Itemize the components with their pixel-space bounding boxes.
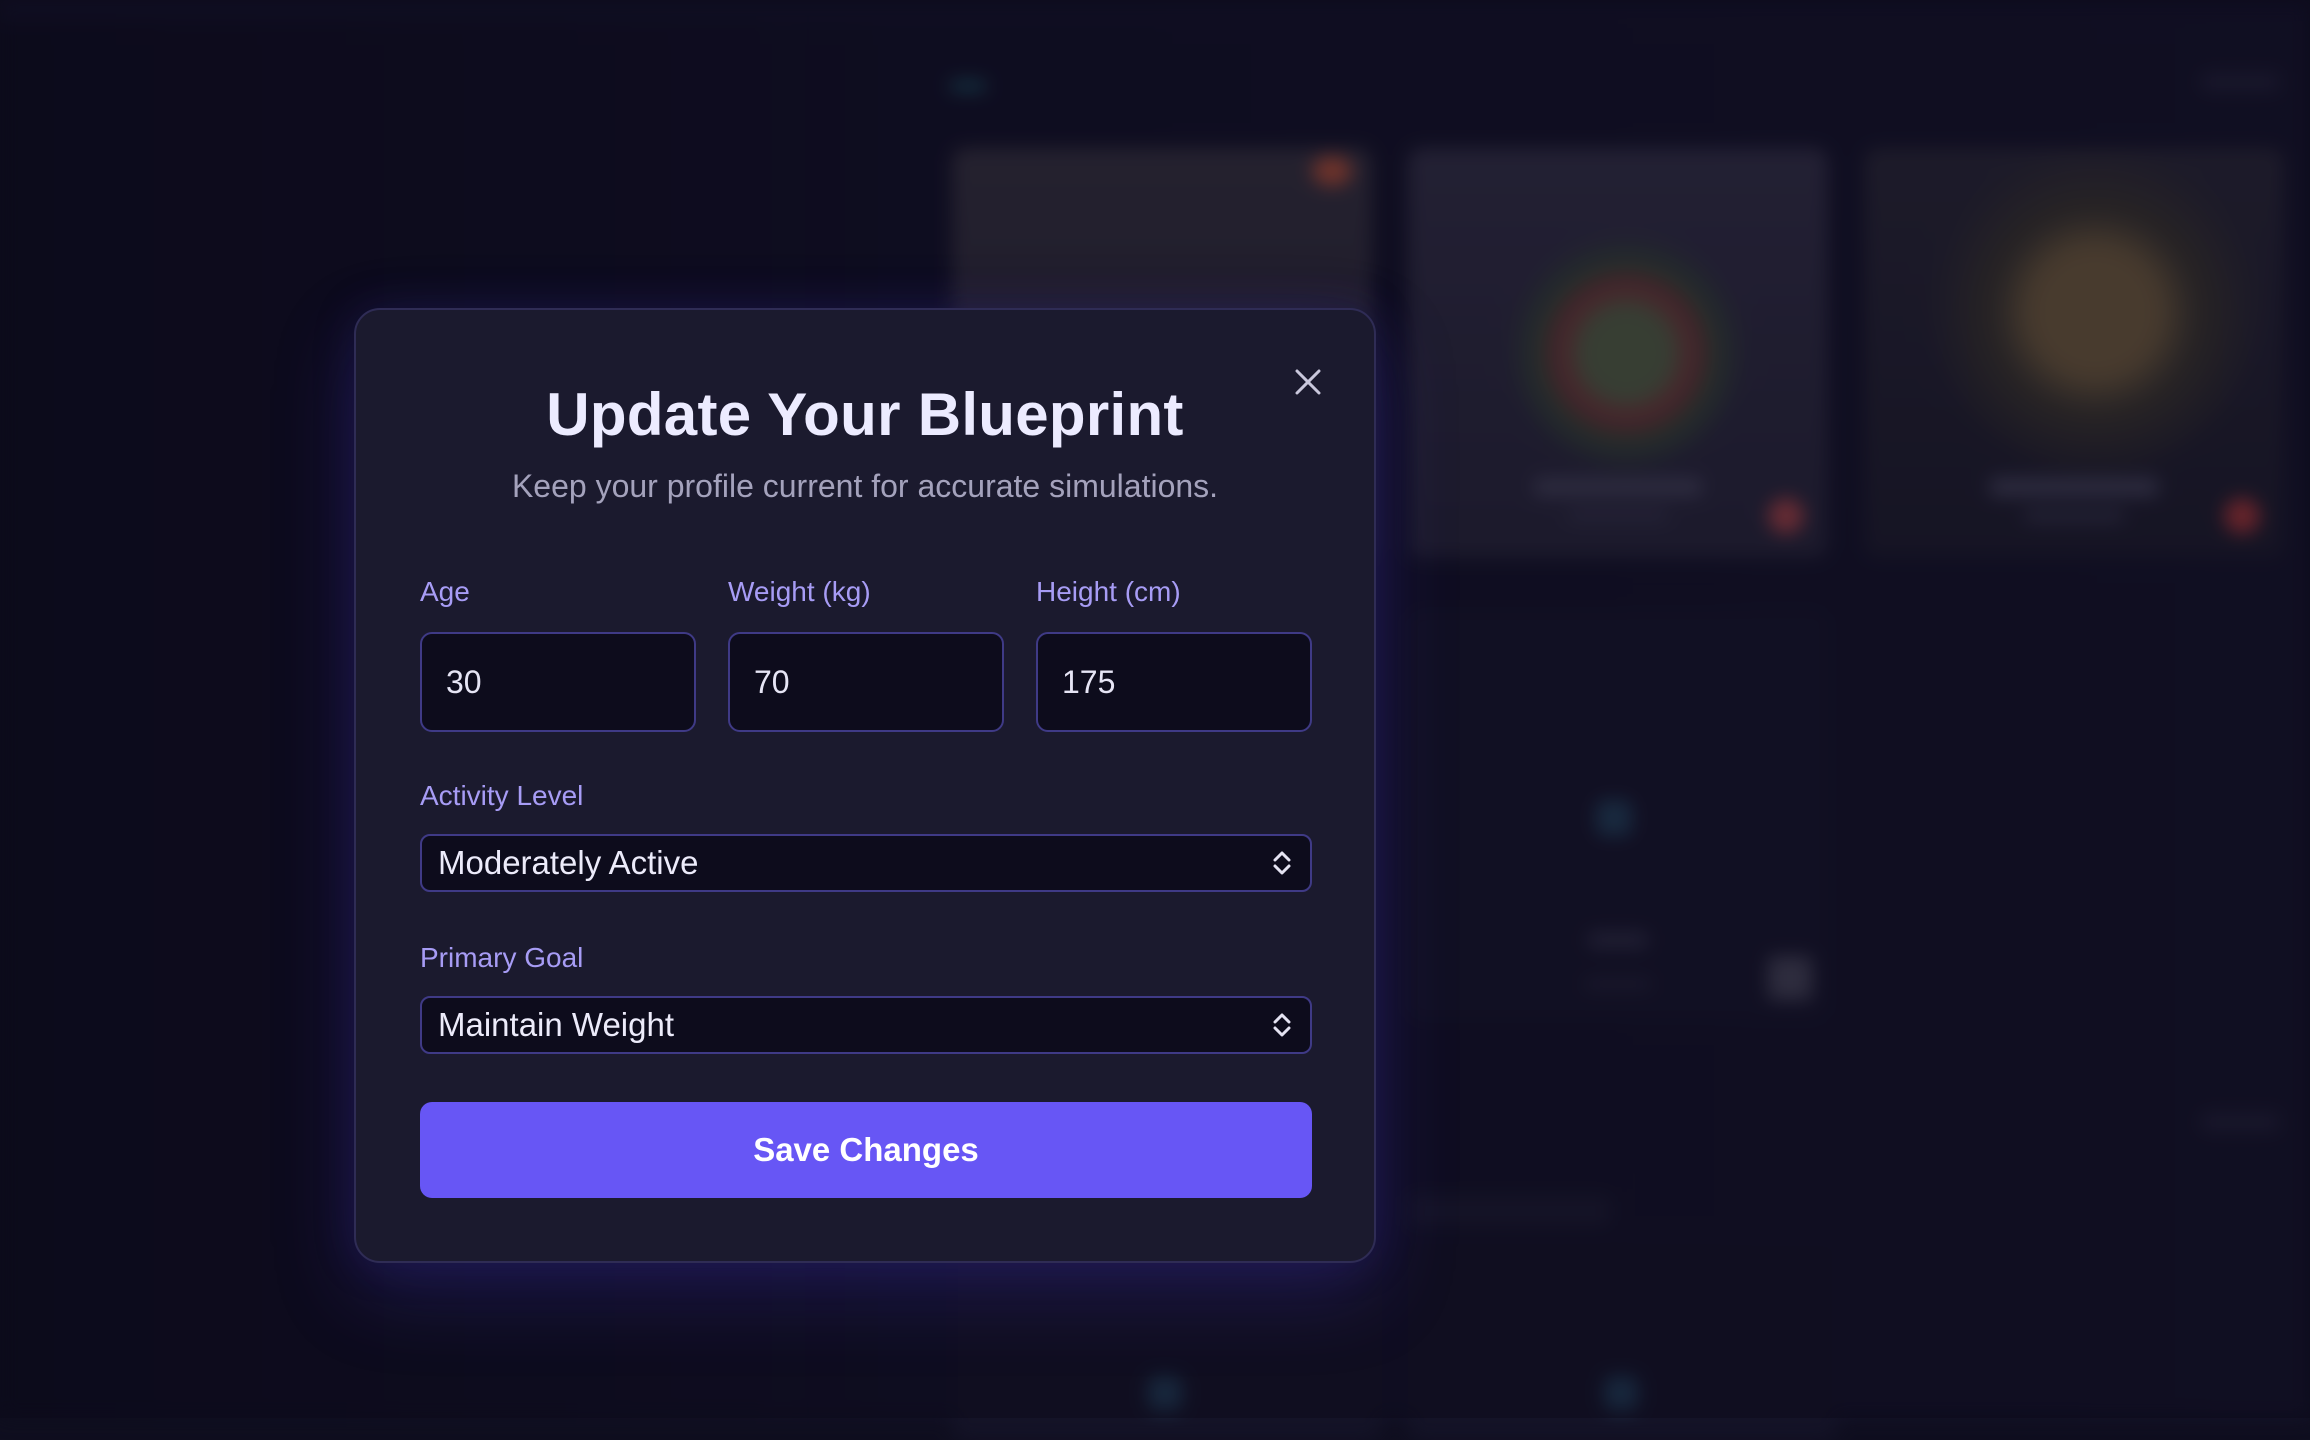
- primary-goal-label: Primary Goal: [420, 942, 584, 973]
- chevron-up-down-icon: [1273, 1013, 1291, 1037]
- save-changes-button[interactable]: Save Changes: [420, 1102, 1312, 1198]
- age-input[interactable]: [420, 632, 696, 732]
- activity-level-select[interactable]: Moderately Active: [420, 834, 1312, 892]
- height-label: Height (cm): [1036, 576, 1181, 607]
- modal-subtitle: Keep your profile current for accurate s…: [511, 468, 1219, 504]
- weight-input[interactable]: [728, 632, 1004, 732]
- activity-level-label: Activity Level: [420, 780, 584, 811]
- modal-title: Update Your Blueprint: [546, 381, 1184, 448]
- activity-level-value: Moderately Active: [438, 844, 699, 881]
- primary-goal-value: Maintain Weight: [438, 1006, 675, 1043]
- update-blueprint-modal: Update Your Blueprint Keep your profile …: [354, 308, 1376, 1263]
- height-input[interactable]: [1036, 632, 1312, 732]
- weight-label: Weight (kg): [728, 576, 871, 607]
- age-label: Age: [420, 576, 470, 607]
- chevron-up-down-icon: [1273, 851, 1291, 875]
- primary-goal-select[interactable]: Maintain Weight: [420, 996, 1312, 1054]
